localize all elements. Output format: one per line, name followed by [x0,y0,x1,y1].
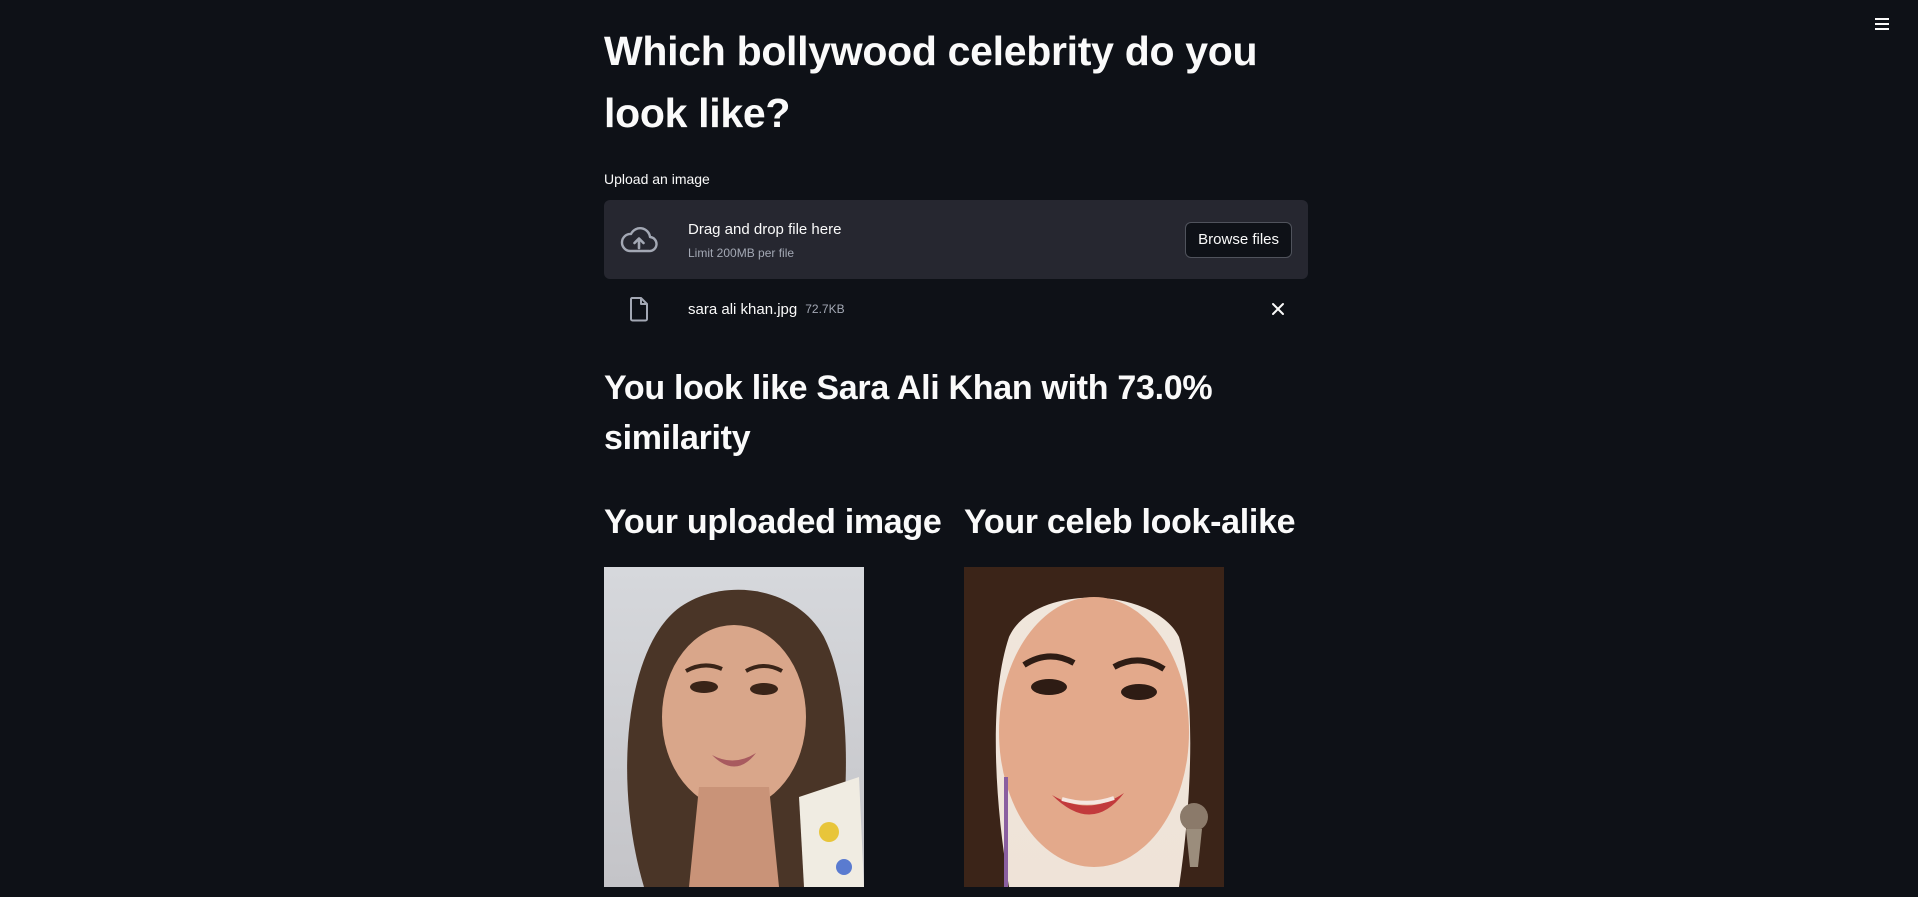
hamburger-menu-icon [1875,18,1889,20]
image-columns: Your uploaded image Your celeb look-alik… [604,497,1308,887]
celeb-image-heading: Your celeb look-alike [964,503,1296,541]
close-icon [1272,303,1284,315]
file-icon [620,295,658,323]
dropzone-limit: Limit 200MB per file [688,245,795,260]
uploaded-image-column: Your uploaded image [604,497,942,887]
main-menu-button[interactable] [1872,14,1892,34]
hamburger-menu-icon-bar [1875,23,1889,25]
uploaded-image [604,567,864,887]
dropzone-text: Drag and drop file here Limit 200MB per … [688,220,1185,260]
main-content: Which bollywood celebrity do you look li… [604,0,1308,887]
hamburger-menu-icon-bar [1875,28,1889,30]
celeb-image-column: Your celeb look-alike [964,497,1296,887]
file-size: 72.7KB [805,302,845,316]
uploaded-image-heading: Your uploaded image [604,503,942,541]
file-name: sara ali khan.jpg [688,300,798,318]
result-heading: You look like Sara Ali Khan with 73.0% s… [604,369,1213,457]
dropzone-title: Drag and drop file here [688,220,842,238]
cloud-upload-icon [620,221,658,259]
upload-label: Upload an image [604,171,710,187]
browse-files-button[interactable]: Browse files [1185,221,1292,258]
celeb-lookalike-image [964,567,1224,887]
file-dropzone[interactable]: Drag and drop file here Limit 200MB per … [604,200,1308,279]
remove-file-button[interactable] [1266,297,1290,321]
uploaded-file-row: sara ali khan.jpg 72.7KB [604,291,1308,327]
page-title: Which bollywood celebrity do you look li… [604,28,1258,136]
